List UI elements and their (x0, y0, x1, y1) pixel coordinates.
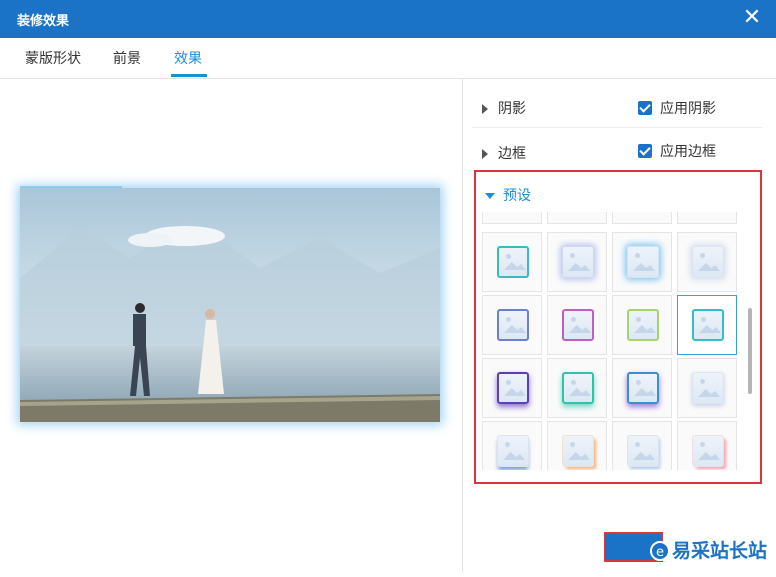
wedding-photo-illustration (20, 188, 440, 422)
site-watermark: e 易采站长站 (603, 513, 776, 573)
dialog-title: 装修效果 (17, 14, 70, 29)
image-placeholder-icon (627, 372, 659, 404)
tab-effects[interactable]: 效果 (174, 48, 202, 68)
apply-border-checkbox[interactable]: 应用边框 (638, 141, 716, 161)
close-icon[interactable]: ✕ (740, 6, 764, 30)
border-section-label: 边框 (498, 146, 526, 162)
section-divider (472, 127, 762, 128)
tab-foreground[interactable]: 前景 (113, 48, 141, 68)
checkbox-checked-icon (638, 144, 652, 158)
watermark-logo: e 易采站长站 (603, 532, 767, 562)
image-placeholder-icon (627, 246, 659, 278)
svg-text:易采站长站: 易采站长站 (672, 539, 767, 562)
apply-shadow-checkbox[interactable]: 应用阴影 (638, 98, 716, 118)
preset-item[interactable] (612, 358, 672, 418)
preset-item[interactable] (482, 358, 542, 418)
image-placeholder-icon (562, 309, 594, 341)
image-placeholder-icon (497, 435, 529, 467)
preset-item[interactable] (482, 295, 542, 355)
preset-item[interactable] (482, 232, 542, 292)
image-placeholder-icon (497, 246, 529, 278)
pane-divider (462, 79, 463, 573)
preset-item[interactable] (547, 421, 607, 470)
image-placeholder-icon (692, 435, 724, 467)
preset-item[interactable] (612, 421, 672, 470)
image-placeholder-icon (627, 309, 659, 341)
preset-item[interactable] (547, 232, 607, 292)
image-placeholder-icon (562, 246, 594, 278)
chevron-down-icon (485, 193, 495, 199)
active-tab-indicator (171, 74, 207, 77)
chevron-right-icon (482, 104, 488, 114)
image-placeholder-icon (562, 435, 594, 467)
image-placeholder-icon (692, 246, 724, 278)
apply-shadow-label: 应用阴影 (660, 101, 716, 117)
chevron-right-icon (482, 149, 488, 159)
image-placeholder-icon (627, 435, 659, 467)
preset-item[interactable] (547, 212, 607, 224)
border-section-toggle[interactable]: 边框 (482, 143, 526, 163)
preset-item[interactable] (677, 421, 737, 470)
apply-border-label: 应用边框 (660, 144, 716, 160)
preset-item[interactable] (677, 212, 737, 224)
preset-item[interactable] (547, 295, 607, 355)
preset-section-label: 预设 (503, 188, 531, 204)
preset-scrollbar[interactable] (748, 308, 752, 394)
preset-grid (482, 212, 744, 470)
shadow-section-label: 阴影 (498, 101, 526, 117)
preset-item[interactable] (612, 232, 672, 292)
preset-item[interactable] (677, 232, 737, 292)
image-placeholder-icon (562, 372, 594, 404)
svg-text:e: e (656, 545, 664, 560)
shadow-section-toggle[interactable]: 阴影 (482, 98, 526, 118)
preset-item[interactable] (547, 358, 607, 418)
preview-image (20, 188, 440, 422)
image-placeholder-icon (497, 309, 529, 341)
preset-item[interactable] (612, 295, 672, 355)
preset-item[interactable] (482, 421, 542, 470)
dialog-titlebar: 装修效果 ✕ (0, 0, 776, 38)
image-placeholder-icon (497, 372, 529, 404)
checkbox-checked-icon (638, 101, 652, 115)
preset-section-toggle[interactable]: 预设 (485, 185, 531, 205)
tab-bar: 蒙版形状 前景 效果 (0, 38, 776, 79)
image-placeholder-icon (692, 372, 724, 404)
preset-section: 预设 (474, 170, 762, 484)
tab-mask-shape[interactable]: 蒙版形状 (25, 48, 81, 68)
preset-item[interactable] (482, 212, 542, 224)
preset-item[interactable] (677, 358, 737, 418)
preset-item[interactable] (677, 295, 737, 355)
preset-item[interactable] (612, 212, 672, 224)
image-placeholder-icon (692, 309, 724, 341)
